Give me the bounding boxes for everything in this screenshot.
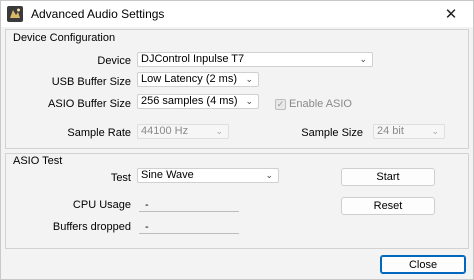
buffers-dropped-label: Buffers dropped — [52, 221, 131, 233]
close-icon: ✕ — [444, 6, 458, 23]
device-label: Device — [97, 55, 131, 67]
window-close-button[interactable]: ✕ — [433, 1, 469, 27]
advanced-audio-settings-window: Advanced Audio Settings ✕ Device Configu… — [0, 0, 474, 280]
sample-size-label: Sample Size — [301, 127, 363, 139]
sample-rate-select: 44100 Hz ⌄ — [137, 124, 229, 139]
test-label: Test — [110, 172, 131, 184]
usb-buffer-size-select[interactable]: Low Latency (2 ms) ⌄ — [137, 72, 259, 87]
chevron-down-icon: ⌄ — [245, 96, 253, 106]
usb-buffer-size-label: USB Buffer Size — [51, 76, 131, 88]
app-icon — [7, 6, 23, 22]
test-select-value: Sine Wave — [141, 169, 194, 181]
asio-buffer-size-value: 256 samples (4 ms) — [141, 95, 238, 107]
reset-button[interactable]: Reset — [341, 197, 435, 215]
cpu-usage-underline — [139, 211, 239, 212]
chevron-down-icon: ⌄ — [431, 126, 439, 136]
chevron-down-icon: ⌄ — [265, 170, 273, 180]
title-bar: Advanced Audio Settings ✕ — [1, 1, 473, 27]
cpu-usage-value: - — [145, 199, 149, 211]
usb-buffer-size-value: Low Latency (2 ms) — [141, 73, 237, 85]
chevron-down-icon: ⌄ — [215, 126, 223, 136]
enable-asio-label: Enable ASIO — [289, 98, 352, 110]
chevron-down-icon: ⌄ — [359, 54, 367, 64]
cpu-usage-label: CPU Usage — [72, 199, 131, 211]
chevron-down-icon: ⌄ — [245, 74, 253, 84]
buffers-dropped-value: - — [145, 221, 149, 233]
buffers-dropped-underline — [139, 233, 239, 234]
start-button[interactable]: Start — [341, 168, 435, 186]
device-configuration-title: Device Configuration — [13, 32, 116, 44]
sample-rate-value: 44100 Hz — [141, 125, 189, 137]
test-select[interactable]: Sine Wave ⌄ — [137, 168, 279, 183]
asio-test-title: ASIO Test — [13, 155, 63, 167]
device-select[interactable]: DJControl Inpulse T7 ⌄ — [137, 52, 373, 67]
sample-size-value: 24 bit — [377, 125, 404, 137]
checkbox-check-icon: ✓ — [275, 98, 286, 110]
sample-rate-label: Sample Rate — [67, 127, 131, 139]
device-select-value: DJControl Inpulse T7 — [141, 53, 245, 65]
window-title: Advanced Audio Settings — [31, 7, 165, 21]
enable-asio-checkbox[interactable]: ✓ Enable ASIO — [275, 98, 352, 110]
asio-buffer-size-label: ASIO Buffer Size — [48, 98, 131, 110]
asio-buffer-size-select[interactable]: 256 samples (4 ms) ⌄ — [137, 94, 259, 109]
sample-size-select: 24 bit ⌄ — [373, 124, 445, 139]
close-button[interactable]: Close — [380, 255, 466, 274]
